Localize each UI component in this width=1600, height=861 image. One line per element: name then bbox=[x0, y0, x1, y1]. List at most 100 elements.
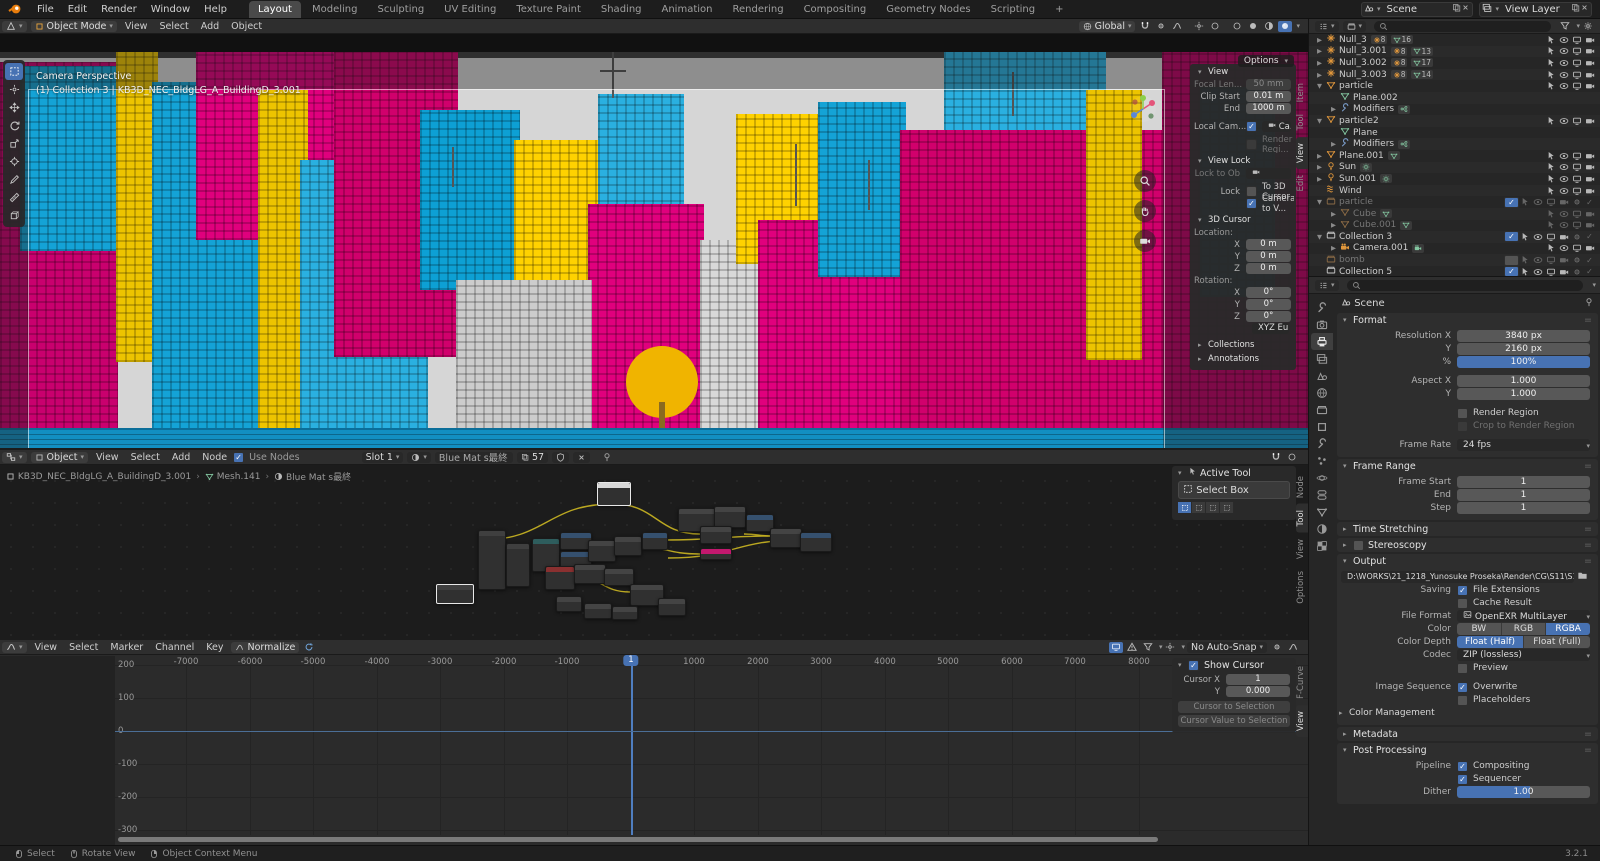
dropdown-file-format[interactable]: OpenEXR MultiLayer ▾ bbox=[1457, 610, 1590, 622]
outliner-row-null-3-001[interactable]: ▶ Null_3.001 8 13 bbox=[1309, 45, 1600, 58]
graph-menu-key[interactable]: Key bbox=[200, 642, 229, 653]
shading-rendered-icon[interactable] bbox=[1278, 20, 1293, 32]
workspace-tab-uv-editing[interactable]: UV Editing bbox=[435, 1, 505, 18]
auto-snap-dropdown[interactable]: No Auto-Snap ▾ bbox=[1186, 641, 1267, 653]
hide-icon[interactable] bbox=[1559, 162, 1569, 172]
close-icon[interactable] bbox=[1461, 3, 1470, 15]
shader-node[interactable] bbox=[700, 526, 732, 544]
navigation-gizmo[interactable] bbox=[1128, 94, 1158, 124]
panel-header-view[interactable]: ▾ View bbox=[1192, 66, 1294, 78]
shader-node[interactable] bbox=[614, 536, 642, 556]
outliner-row-cube-001[interactable]: ▶ Cube.001 bbox=[1309, 220, 1600, 232]
chevron-down-icon[interactable]: ▾ bbox=[1592, 281, 1596, 289]
hide-icon[interactable] bbox=[1559, 46, 1569, 56]
checkbox-render-region[interactable] bbox=[1457, 407, 1468, 419]
properties-tab-particles[interactable] bbox=[1311, 452, 1333, 469]
checkbox-crop-to-render-region[interactable] bbox=[1457, 420, 1468, 432]
filter-collection-dropdown[interactable]: ▾ bbox=[1342, 20, 1367, 32]
properties-tab-collection[interactable] bbox=[1311, 401, 1333, 418]
object-field[interactable] bbox=[1246, 168, 1291, 179]
overlays-icon[interactable] bbox=[1208, 21, 1222, 32]
holdout-icon[interactable] bbox=[1572, 267, 1582, 276]
selectable-icon[interactable] bbox=[1520, 197, 1530, 207]
expand-icon[interactable]: ▼ bbox=[1317, 117, 1326, 125]
graph-sidebar-tab-view[interactable]: View bbox=[1296, 705, 1308, 738]
pin-icon[interactable] bbox=[1584, 297, 1594, 307]
hide-icon[interactable] bbox=[1533, 255, 1543, 265]
render-visibility-icon[interactable] bbox=[1585, 186, 1595, 196]
value-field[interactable]: 2160 px bbox=[1457, 343, 1590, 355]
outliner-search-input[interactable] bbox=[1374, 20, 1552, 32]
expand-icon[interactable]: ▶ bbox=[1317, 36, 1326, 44]
cursor-x-field[interactable]: 1 bbox=[1226, 674, 1290, 685]
viewport-visibility-icon[interactable] bbox=[1572, 243, 1582, 253]
workspace-tab-geometry-nodes[interactable]: Geometry Nodes bbox=[877, 1, 979, 18]
workspace-tab-modeling[interactable]: Modeling bbox=[303, 1, 367, 18]
hide-icon[interactable] bbox=[1559, 186, 1569, 196]
checkbox-compositing[interactable]: ✓ bbox=[1457, 760, 1468, 772]
selectable-icon[interactable] bbox=[1546, 243, 1556, 253]
viewport-menu-view[interactable]: View bbox=[119, 21, 154, 32]
value-field[interactable]: 0 m bbox=[1246, 263, 1291, 274]
selectable-icon[interactable] bbox=[1520, 255, 1530, 265]
selectable-icon[interactable] bbox=[1546, 209, 1556, 219]
outliner-row-null-3-003[interactable]: ▶ Null_3.003 8 14 bbox=[1309, 68, 1600, 81]
value-field[interactable]: 0° bbox=[1246, 311, 1291, 322]
selectable-icon[interactable] bbox=[1546, 220, 1556, 230]
expand-icon[interactable]: ▶ bbox=[1317, 175, 1326, 183]
panel-header-3d-cursor[interactable]: ▾ 3D Cursor bbox=[1192, 214, 1294, 226]
value-field[interactable]: 100% bbox=[1457, 356, 1590, 368]
outliner-row-bomb[interactable]: bomb ✓ bbox=[1309, 254, 1600, 266]
panel-header-output[interactable]: ▾ Output = bbox=[1337, 554, 1598, 568]
workspace-tab-shading[interactable]: Shading bbox=[592, 1, 651, 18]
shader-node[interactable] bbox=[436, 584, 474, 604]
selectable-icon[interactable] bbox=[1546, 58, 1556, 68]
dropdown-codec[interactable]: ZIP (lossless) ▾ bbox=[1457, 649, 1590, 661]
viewport-visibility-icon[interactable] bbox=[1572, 70, 1582, 80]
value-field[interactable]: 1000 m bbox=[1246, 103, 1291, 114]
properties-filter-dropdown[interactable]: ▾ bbox=[1315, 279, 1339, 291]
copy-icon[interactable] bbox=[1452, 3, 1461, 15]
outliner-row-plane-002[interactable]: Plane.002 bbox=[1309, 91, 1600, 104]
render-visibility-icon[interactable] bbox=[1585, 70, 1595, 80]
tool-measure[interactable] bbox=[5, 189, 23, 206]
editor-type-button[interactable]: ▾ bbox=[2, 20, 27, 32]
display-mode-dropdown[interactable]: ▾ bbox=[1315, 20, 1339, 32]
show-cursor-checkbox[interactable]: ✓ bbox=[1188, 659, 1199, 671]
graph-sidebar-tab-fcurve[interactable]: F-Curve bbox=[1296, 660, 1308, 705]
proportional-edit-icon[interactable] bbox=[1154, 21, 1168, 32]
viewport-visibility-icon[interactable] bbox=[1546, 255, 1556, 265]
workspace-tab-scripting[interactable]: Scripting bbox=[982, 1, 1044, 18]
hide-icon[interactable] bbox=[1533, 232, 1543, 242]
current-frame-badge[interactable]: 1 bbox=[623, 655, 639, 666]
segment-rgba[interactable]: RGBA bbox=[1546, 623, 1591, 635]
selectable-icon[interactable] bbox=[1546, 35, 1556, 45]
properties-tab-material[interactable] bbox=[1311, 520, 1333, 537]
hide-icon[interactable] bbox=[1559, 35, 1569, 45]
tool-move[interactable] bbox=[5, 99, 23, 116]
sidebar-tab-view[interactable]: View bbox=[1296, 136, 1308, 170]
shader-node[interactable] bbox=[588, 540, 616, 562]
viewport-menu-select[interactable]: Select bbox=[153, 21, 194, 32]
render-visibility-icon[interactable] bbox=[1559, 232, 1569, 242]
collection-exclude-checkbox[interactable] bbox=[1504, 254, 1519, 266]
expand-icon[interactable]: ▶ bbox=[1317, 152, 1326, 160]
selectable-icon[interactable] bbox=[1546, 174, 1556, 184]
viewport-visibility-icon[interactable] bbox=[1572, 174, 1582, 184]
shader-node[interactable] bbox=[597, 482, 631, 506]
render-visibility-icon[interactable] bbox=[1585, 151, 1595, 161]
selectable-icon[interactable] bbox=[1546, 116, 1556, 126]
expand-icon[interactable]: ▼ bbox=[1317, 82, 1326, 90]
properties-tab-meshdata[interactable] bbox=[1311, 503, 1333, 520]
scene-datablock[interactable]: ▾ Scene bbox=[1360, 1, 1474, 17]
outliner-row-plane-001[interactable]: ▶ Plane.001 bbox=[1309, 150, 1600, 162]
shader-node[interactable] bbox=[700, 548, 732, 560]
viewport-visibility-icon[interactable] bbox=[1572, 209, 1582, 219]
outliner-row-wind[interactable]: Wind bbox=[1309, 184, 1600, 197]
scene-name[interactable]: Scene bbox=[1380, 4, 1452, 15]
shading-solid-icon[interactable] bbox=[1246, 21, 1260, 32]
checkbox-overwrite[interactable]: ✓ bbox=[1457, 681, 1468, 693]
render-visibility-icon[interactable] bbox=[1559, 267, 1569, 276]
segment-rgb[interactable]: RGB bbox=[1501, 623, 1547, 635]
expand-icon[interactable]: ▶ bbox=[1317, 71, 1326, 79]
